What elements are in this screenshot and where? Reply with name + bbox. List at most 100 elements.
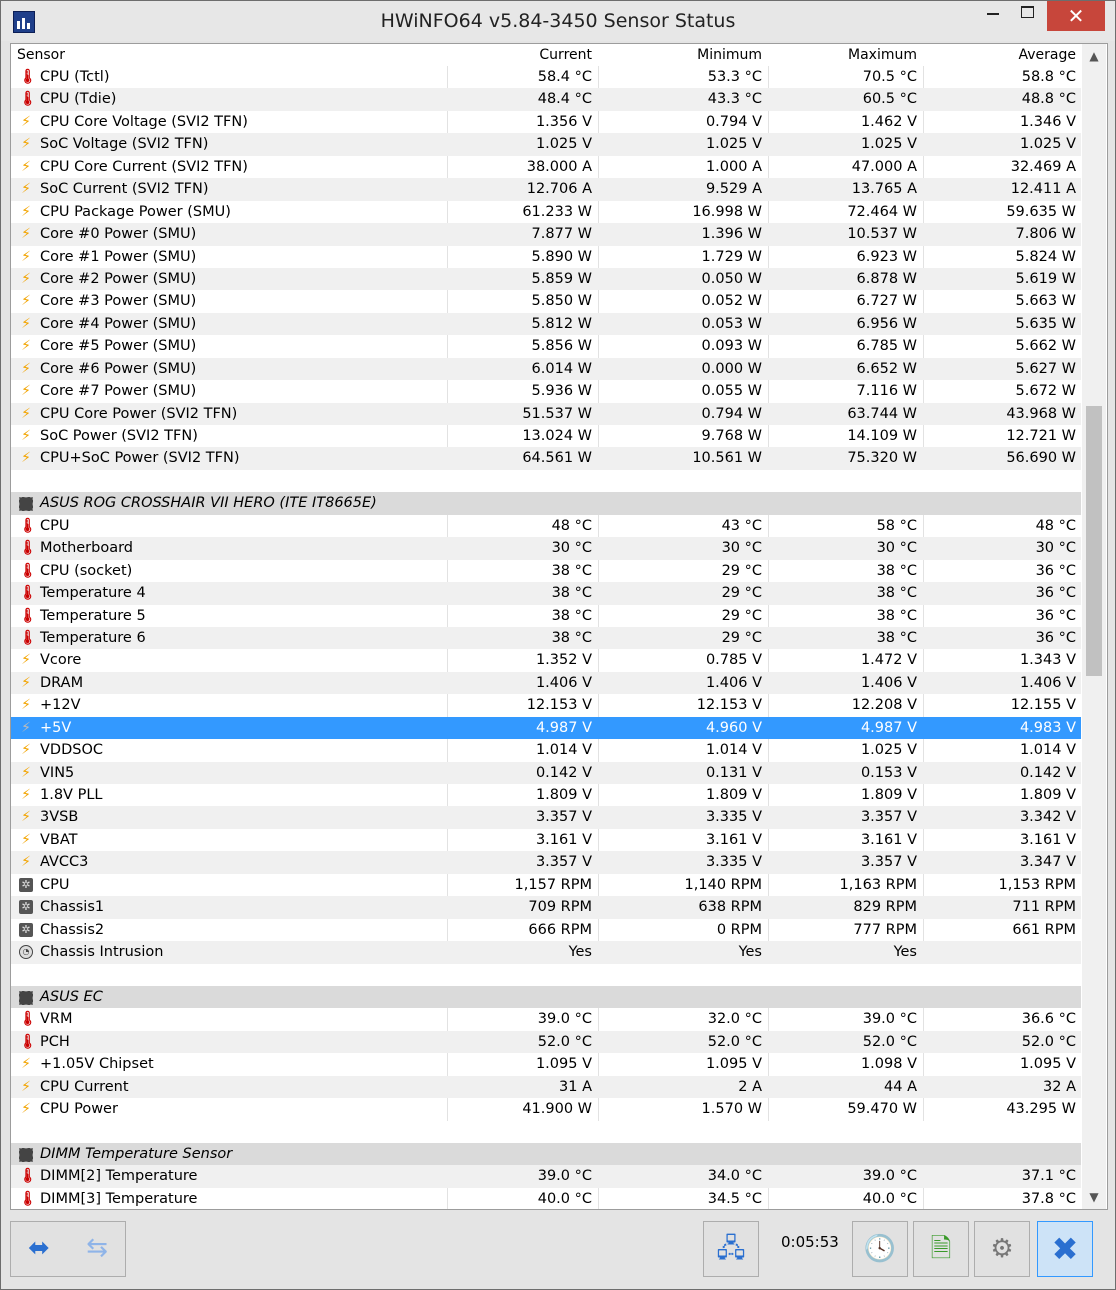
minimum-value: 0.052 W: [701, 293, 762, 310]
sensor-row[interactable]: 🌡 VRM 39.0 °C 32.0 °C 39.0 °C 36.6 °C: [11, 1008, 1081, 1030]
current-value: 39.0 °C: [537, 1168, 592, 1185]
sensor-row[interactable]: ✲ CPU 1,157 RPM 1,140 RPM 1,163 RPM 1,153 RPM: [11, 874, 1081, 896]
expand-arrows-icon[interactable]: ⬌: [11, 1230, 67, 1266]
sensor-row[interactable]: ⚡ SoC Power (SVI2 TFN) 13.024 W 9.768 W 14.1…: [11, 425, 1081, 447]
sensor-row[interactable]: ⚡ Core #0 Power (SMU) 7.877 W 1.396 W 10.537…: [11, 223, 1081, 246]
collapse-arrows-icon[interactable]: ⇆: [69, 1230, 125, 1266]
current-value: 1.014 V: [535, 742, 592, 759]
logging-button[interactable]: 🗎: [913, 1221, 969, 1277]
maximize-button[interactable]: [1005, 1, 1049, 31]
average-value: 3.347 V: [1019, 854, 1076, 871]
sensor-row[interactable]: ✲ Chassis2 666 RPM 0 RPM 777 RPM 661 RPM: [11, 919, 1081, 941]
sensor-row[interactable]: ⚡ Core #6 Power (SMU) 6.014 W 0.000 W 6.652 …: [11, 357, 1081, 381]
minimum-value: 29 °C: [721, 629, 762, 646]
maximum-value: 72.464 W: [847, 203, 917, 220]
lightning-icon: ⚡: [21, 1056, 31, 1073]
vertical-scrollbar[interactable]: ▲ ▼: [1082, 44, 1106, 1209]
sensor-row[interactable]: 🌡 Temperature 6 38 °C 29 °C 38 °C 36 °C: [11, 626, 1081, 650]
reset-timer-button[interactable]: 🕓: [852, 1221, 908, 1277]
header-average[interactable]: Average: [923, 47, 1077, 63]
header-current[interactable]: Current: [447, 47, 592, 63]
sensor-row[interactable]: ⚡ +12V 12.153 V 12.153 V 12.208 V 12.155 V: [11, 694, 1081, 716]
scrollbar-thumb[interactable]: [1086, 406, 1102, 676]
sensor-row[interactable]: ✲ Chassis1 709 RPM 638 RPM 829 RPM 711 RPM: [11, 896, 1081, 919]
lightning-icon: ⚡: [21, 383, 31, 400]
sensor-row[interactable]: ⚡ SoC Voltage (SVI2 TFN) 1.025 V 1.025 V 1.0…: [11, 133, 1081, 156]
sensor-row[interactable]: ⚡ Core #3 Power (SMU) 5.850 W 0.052 W 6.727 …: [11, 290, 1081, 312]
sensor-row[interactable]: ⚡ VIN5 0.142 V 0.131 V 0.153 V 0.142 V: [11, 761, 1081, 784]
sensor-row[interactable]: ⚡ +1.05V Chipset 1.095 V 1.095 V 1.098 V 1.09…: [11, 1053, 1081, 1075]
sensor-name: Core #7 Power (SMU): [40, 383, 197, 400]
sensor-row[interactable]: 🌡 PCH 52.0 °C 52.0 °C 52.0 °C 52.0 °C: [11, 1030, 1081, 1054]
sensor-row[interactable]: ⚡ Core #7 Power (SMU) 5.936 W 0.055 W 7.116 …: [11, 380, 1081, 402]
sensor-row[interactable]: 🌡 Temperature 5 38 °C 29 °C 38 °C 36 °C: [11, 605, 1081, 627]
sensor-name: VIN5: [40, 764, 75, 781]
sensor-name: Motherboard: [40, 540, 134, 557]
close-sensors-button[interactable]: ✖: [1037, 1221, 1093, 1277]
sensor-row[interactable]: ⚡ CPU+SoC Power (SVI2 TFN) 64.561 W 10.561 …: [11, 447, 1081, 470]
sensor-row[interactable]: ⚡ CPU Core Power (SVI2 TFN) 51.537 W 0.794 …: [11, 402, 1081, 425]
header-sensor[interactable]: Sensor: [17, 47, 65, 63]
sensor-row[interactable]: ⚡ AVCC3 3.357 V 3.335 V 3.357 V 3.347 V: [11, 851, 1081, 874]
sensor-name: +5V: [40, 719, 72, 736]
sensor-row[interactable]: ⚡ SoC Current (SVI2 TFN) 12.706 A 9.529 A 13…: [11, 178, 1081, 201]
sensor-row[interactable]: 🌡 CPU (socket) 38 °C 29 °C 38 °C 36 °C: [11, 560, 1081, 582]
network-icon: 🖧: [716, 1234, 746, 1264]
sensor-group-header[interactable]: ASUS EC: [11, 985, 1081, 1009]
average-value: 1.346 V: [1019, 113, 1076, 130]
sensor-row[interactable]: ⚡ Vcore 1.352 V 0.785 V 1.472 V 1.343 V: [11, 649, 1081, 671]
sensor-row[interactable]: ⚡ Core #1 Power (SMU) 5.890 W 1.729 W 6.923 …: [11, 246, 1081, 268]
sensor-list[interactable]: Sensor Current Minimum Maximum Average 🌡…: [10, 43, 1108, 1210]
sensor-row[interactable]: ⚡ 1.8V PLL 1.809 V 1.809 V 1.809 V 1.809 V: [11, 784, 1081, 806]
settings-button[interactable]: ⚙: [974, 1221, 1030, 1277]
sensor-row[interactable]: 🌡 Temperature 4 38 °C 29 °C 38 °C 36 °C: [11, 582, 1081, 605]
sensor-group-header[interactable]: DIMM Temperature Sensor: [11, 1143, 1081, 1166]
sensor-row[interactable]: 🌡 DIMM[2] Temperature 39.0 °C 34.0 °C 39.0 °…: [11, 1165, 1081, 1188]
maximum-value: 6.923 W: [856, 248, 917, 265]
scroll-up-icon[interactable]: ▲: [1082, 46, 1106, 66]
sensor-name: CPU (Tdie): [40, 91, 117, 108]
sensor-row[interactable]: ⚡ CPU Power 41.900 W 1.570 W 59.470 W 43.295 …: [11, 1098, 1081, 1120]
maximum-value: 12.208 V: [851, 697, 917, 714]
sensor-row[interactable]: ⚡ Core #4 Power (SMU) 5.812 W 0.053 W 6.956 …: [11, 312, 1081, 336]
sensor-row[interactable]: ◔ Chassis Intrusion Yes Yes Yes: [11, 941, 1081, 964]
lightning-icon: ⚡: [21, 742, 31, 759]
sensor-row[interactable]: ⚡ CPU Package Power (SMU) 61.233 W 16.998 W…: [11, 201, 1081, 223]
minimum-value: 0.055 W: [701, 383, 762, 400]
minimum-value: 1.729 W: [701, 248, 762, 265]
sensor-row[interactable]: ⚡ Core #2 Power (SMU) 5.859 W 0.050 W 6.878 …: [11, 267, 1081, 291]
average-value: 52.0 °C: [1021, 1033, 1076, 1050]
lightning-icon: ⚡: [21, 360, 31, 377]
close-window-button[interactable]: ✕: [1047, 1, 1105, 31]
sensor-row[interactable]: ⚡ CPU Core Current (SVI2 TFN) 38.000 A 1.00…: [11, 156, 1081, 178]
sensor-row[interactable]: ⚡ VBAT 3.161 V 3.161 V 3.161 V 3.161 V: [11, 829, 1081, 851]
sensor-row[interactable]: 🌡 CPU (Tctl) 58.4 °C 53.3 °C 70.5 °C 58.8 °C: [11, 66, 1081, 88]
scroll-down-icon[interactable]: ▼: [1082, 1187, 1106, 1207]
minimum-value: 1.025 V: [705, 136, 762, 153]
thermometer-icon: 🌡: [19, 629, 37, 646]
sensor-row[interactable]: ⚡ 3VSB 3.357 V 3.335 V 3.357 V 3.342 V: [11, 806, 1081, 829]
header-minimum[interactable]: Minimum: [598, 47, 762, 63]
sensor-row[interactable]: 🌡 CPU (Tdie) 48.4 °C 43.3 °C 60.5 °C 48.8 °C: [11, 88, 1081, 111]
sensor-row[interactable]: 🌡 Motherboard 30 °C 30 °C 30 °C 30 °C: [11, 537, 1081, 560]
average-value: 5.619 W: [1015, 270, 1076, 287]
network-button[interactable]: 🖧: [703, 1221, 759, 1277]
sensor-row[interactable]: ⚡ DRAM 1.406 V 1.406 V 1.406 V 1.406 V: [11, 671, 1081, 695]
title-bar[interactable]: HWiNFO64 v5.84-3450 Sensor Status ✕: [1, 1, 1115, 41]
sensor-name: +1.05V Chipset: [40, 1056, 154, 1073]
sensor-row[interactable]: ⚡ CPU Current 31 A 2 A 44 A 32 A: [11, 1075, 1081, 1099]
sensor-row[interactable]: ⚡ VDDSOC 1.014 V 1.014 V 1.025 V 1.014 V: [11, 739, 1081, 761]
sensor-row[interactable]: ⚡ CPU Core Voltage (SVI2 TFN) 1.356 V 0.794…: [11, 111, 1081, 133]
sensor-row[interactable]: ⚡ Core #5 Power (SMU) 5.856 W 0.093 W 6.785 …: [11, 335, 1081, 357]
sensor-name: VRM: [40, 1011, 73, 1028]
sensor-row[interactable]: ⚡ +5V 4.987 V 4.960 V 4.987 V 4.983 V: [11, 716, 1081, 740]
sensor-row[interactable]: 🌡 CPU 48 °C 43 °C 58 °C 48 °C: [11, 515, 1081, 537]
sensor-row[interactable]: 🌡 DIMM[3] Temperature 40.0 °C 34.5 °C 40.0 °…: [11, 1188, 1081, 1209]
header-maximum[interactable]: Maximum: [768, 47, 917, 63]
maximum-value: 75.320 W: [847, 450, 917, 467]
sensor-group-header[interactable]: ASUS ROG CROSSHAIR VII HERO (ITE IT8665E…: [11, 492, 1081, 515]
current-value: 1.352 V: [535, 652, 592, 669]
minimum-value: 43 °C: [721, 517, 762, 534]
maximum-value: 63.744 W: [847, 405, 917, 422]
maximum-value: 6.727 W: [856, 293, 917, 310]
